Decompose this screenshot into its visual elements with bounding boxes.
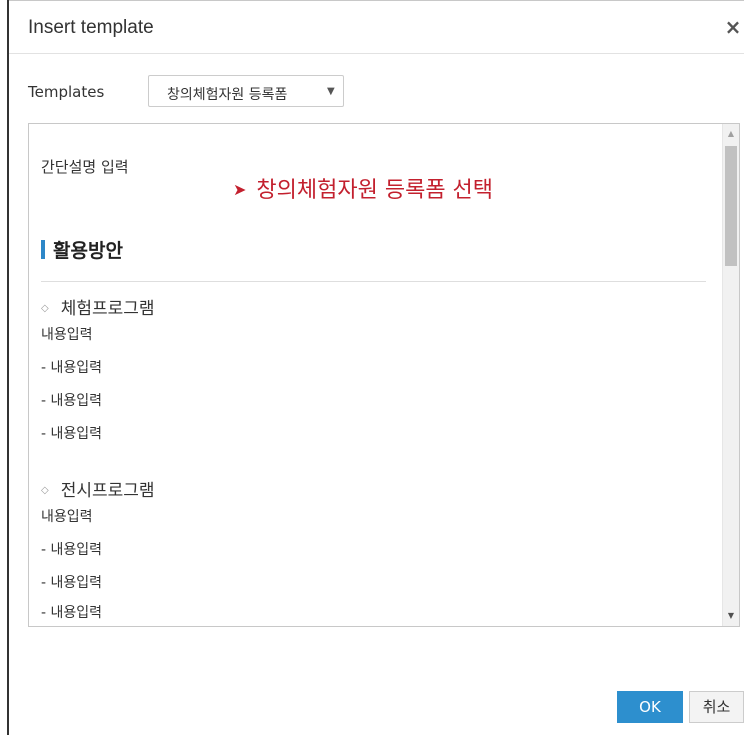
group-heading-text: 전시프로그램 (60, 481, 155, 501)
scroll-up-icon[interactable]: ▲ (723, 126, 739, 142)
section-bar-icon (41, 240, 45, 259)
content-line: - 내용입력 (41, 575, 103, 591)
scroll-thumb[interactable] (725, 146, 737, 266)
arrow-right-icon: ➤ (233, 180, 247, 199)
templates-label: Templates (28, 83, 105, 101)
group-heading: ◇ 전시프로그램 (41, 476, 155, 501)
dialog-header: Insert template × (9, 1, 744, 54)
content-line: - 내용입력 (41, 360, 103, 376)
close-icon[interactable]: × (724, 17, 742, 37)
cancel-button[interactable]: 취소 (689, 691, 744, 723)
preview-content: 간단설명 입력 ➤ 창의체험자원 등록폼 선택 활용방안 ◇ 체험프로그램 내용입력… (29, 124, 723, 626)
group-heading-text: 체험프로그램 (60, 299, 155, 319)
section-title: 활용방안 (41, 236, 123, 263)
template-select-value: 창의체험자원 등록폼 (167, 87, 288, 103)
template-select[interactable]: 창의체험자원 등록폼 ▼ (148, 75, 344, 107)
annotation-callout: ➤ 창의체험자원 등록폼 선택 (233, 172, 493, 204)
content-line: - 내용입력 (41, 393, 103, 409)
diamond-bullet-icon: ◇ (41, 485, 49, 496)
content-line: 내용입력 (41, 327, 93, 343)
content-line: 내용입력 (41, 509, 93, 525)
chevron-down-icon: ▼ (327, 86, 335, 97)
section-title-text: 활용방안 (53, 240, 123, 262)
insert-template-dialog: Insert template × Templates 창의체험자원 등록폼 ▼… (9, 0, 744, 736)
preview-scrollbar[interactable]: ▲ ▼ (722, 124, 739, 626)
group-heading: ◇ 체험프로그램 (41, 294, 155, 319)
dialog-title: Insert template (28, 17, 154, 38)
ok-button[interactable]: OK (617, 691, 683, 723)
scroll-down-icon[interactable]: ▼ (723, 608, 739, 624)
content-line: - 내용입력 (41, 542, 103, 558)
description-text: 간단설명 입력 (41, 158, 129, 176)
diamond-bullet-icon: ◇ (41, 303, 49, 314)
content-line: - 내용입력 (41, 605, 103, 621)
content-line: - 내용입력 (41, 426, 103, 442)
section-divider (41, 281, 706, 282)
annotation-text: 창의체험자원 등록폼 선택 (256, 178, 494, 203)
template-preview: 간단설명 입력 ➤ 창의체험자원 등록폼 선택 활용방안 ◇ 체험프로그램 내용입력… (28, 123, 740, 627)
